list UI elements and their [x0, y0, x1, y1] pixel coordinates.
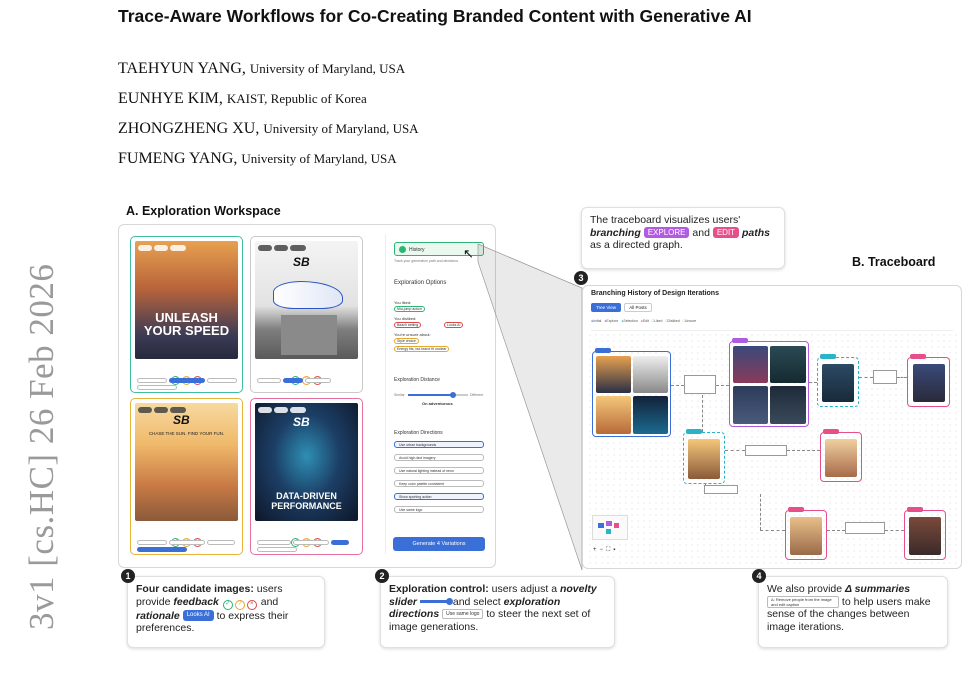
edit-chip: EDIT [712, 227, 740, 239]
trace-node-explore[interactable] [729, 338, 809, 427]
delta-summary-note[interactable] [684, 375, 716, 394]
minimap[interactable] [592, 515, 628, 540]
delta-summary-chip: Δ: Remove people from the image and edit… [767, 595, 839, 608]
callout-3: The traceboard visualizes users' branchi… [581, 207, 785, 269]
trace-node-edit-2[interactable] [820, 429, 862, 482]
trace-node-selected-2[interactable] [683, 429, 725, 484]
like-icon: ✓ [222, 599, 233, 610]
dislike-icon: × [246, 599, 257, 610]
unsure-icon: ? [234, 599, 245, 610]
callout-number-3: 3 [574, 271, 588, 285]
traceboard-legend: ●Initial ●Explore ●Selection ●Edit □Like… [591, 319, 697, 323]
trace-node-edit-3[interactable] [785, 507, 827, 560]
trace-node-selected-1[interactable] [817, 354, 859, 407]
tab-all-posts[interactable]: All Posts [624, 303, 652, 312]
trace-node-edit-4[interactable] [904, 507, 946, 560]
use-same-logo-chip: Use same logo [442, 609, 484, 620]
tab-tree-view[interactable]: Tree View [591, 303, 621, 312]
trace-node-initial[interactable] [592, 348, 671, 437]
explore-chip: EXPLORE [643, 227, 690, 239]
callout-4: We also provide Δ summaries Δ: Remove pe… [758, 576, 948, 648]
callout-number-1: 1 [121, 569, 135, 583]
callout-number-4: 4 [752, 569, 766, 583]
callout-number-2: 2 [375, 569, 389, 583]
looks-ai-chip: Looks AI [182, 610, 214, 622]
trace-node-edit-1[interactable] [907, 354, 950, 407]
traceboard-title: Branching History of Design Iterations [591, 290, 719, 297]
novelty-slider-mini [419, 598, 453, 606]
callout-1: Four candidate images: users provide fee… [127, 576, 325, 648]
callout-2: Exploration control: users adjust a nove… [380, 576, 615, 648]
zoom-controls[interactable]: +−⛶▪ [593, 547, 618, 554]
